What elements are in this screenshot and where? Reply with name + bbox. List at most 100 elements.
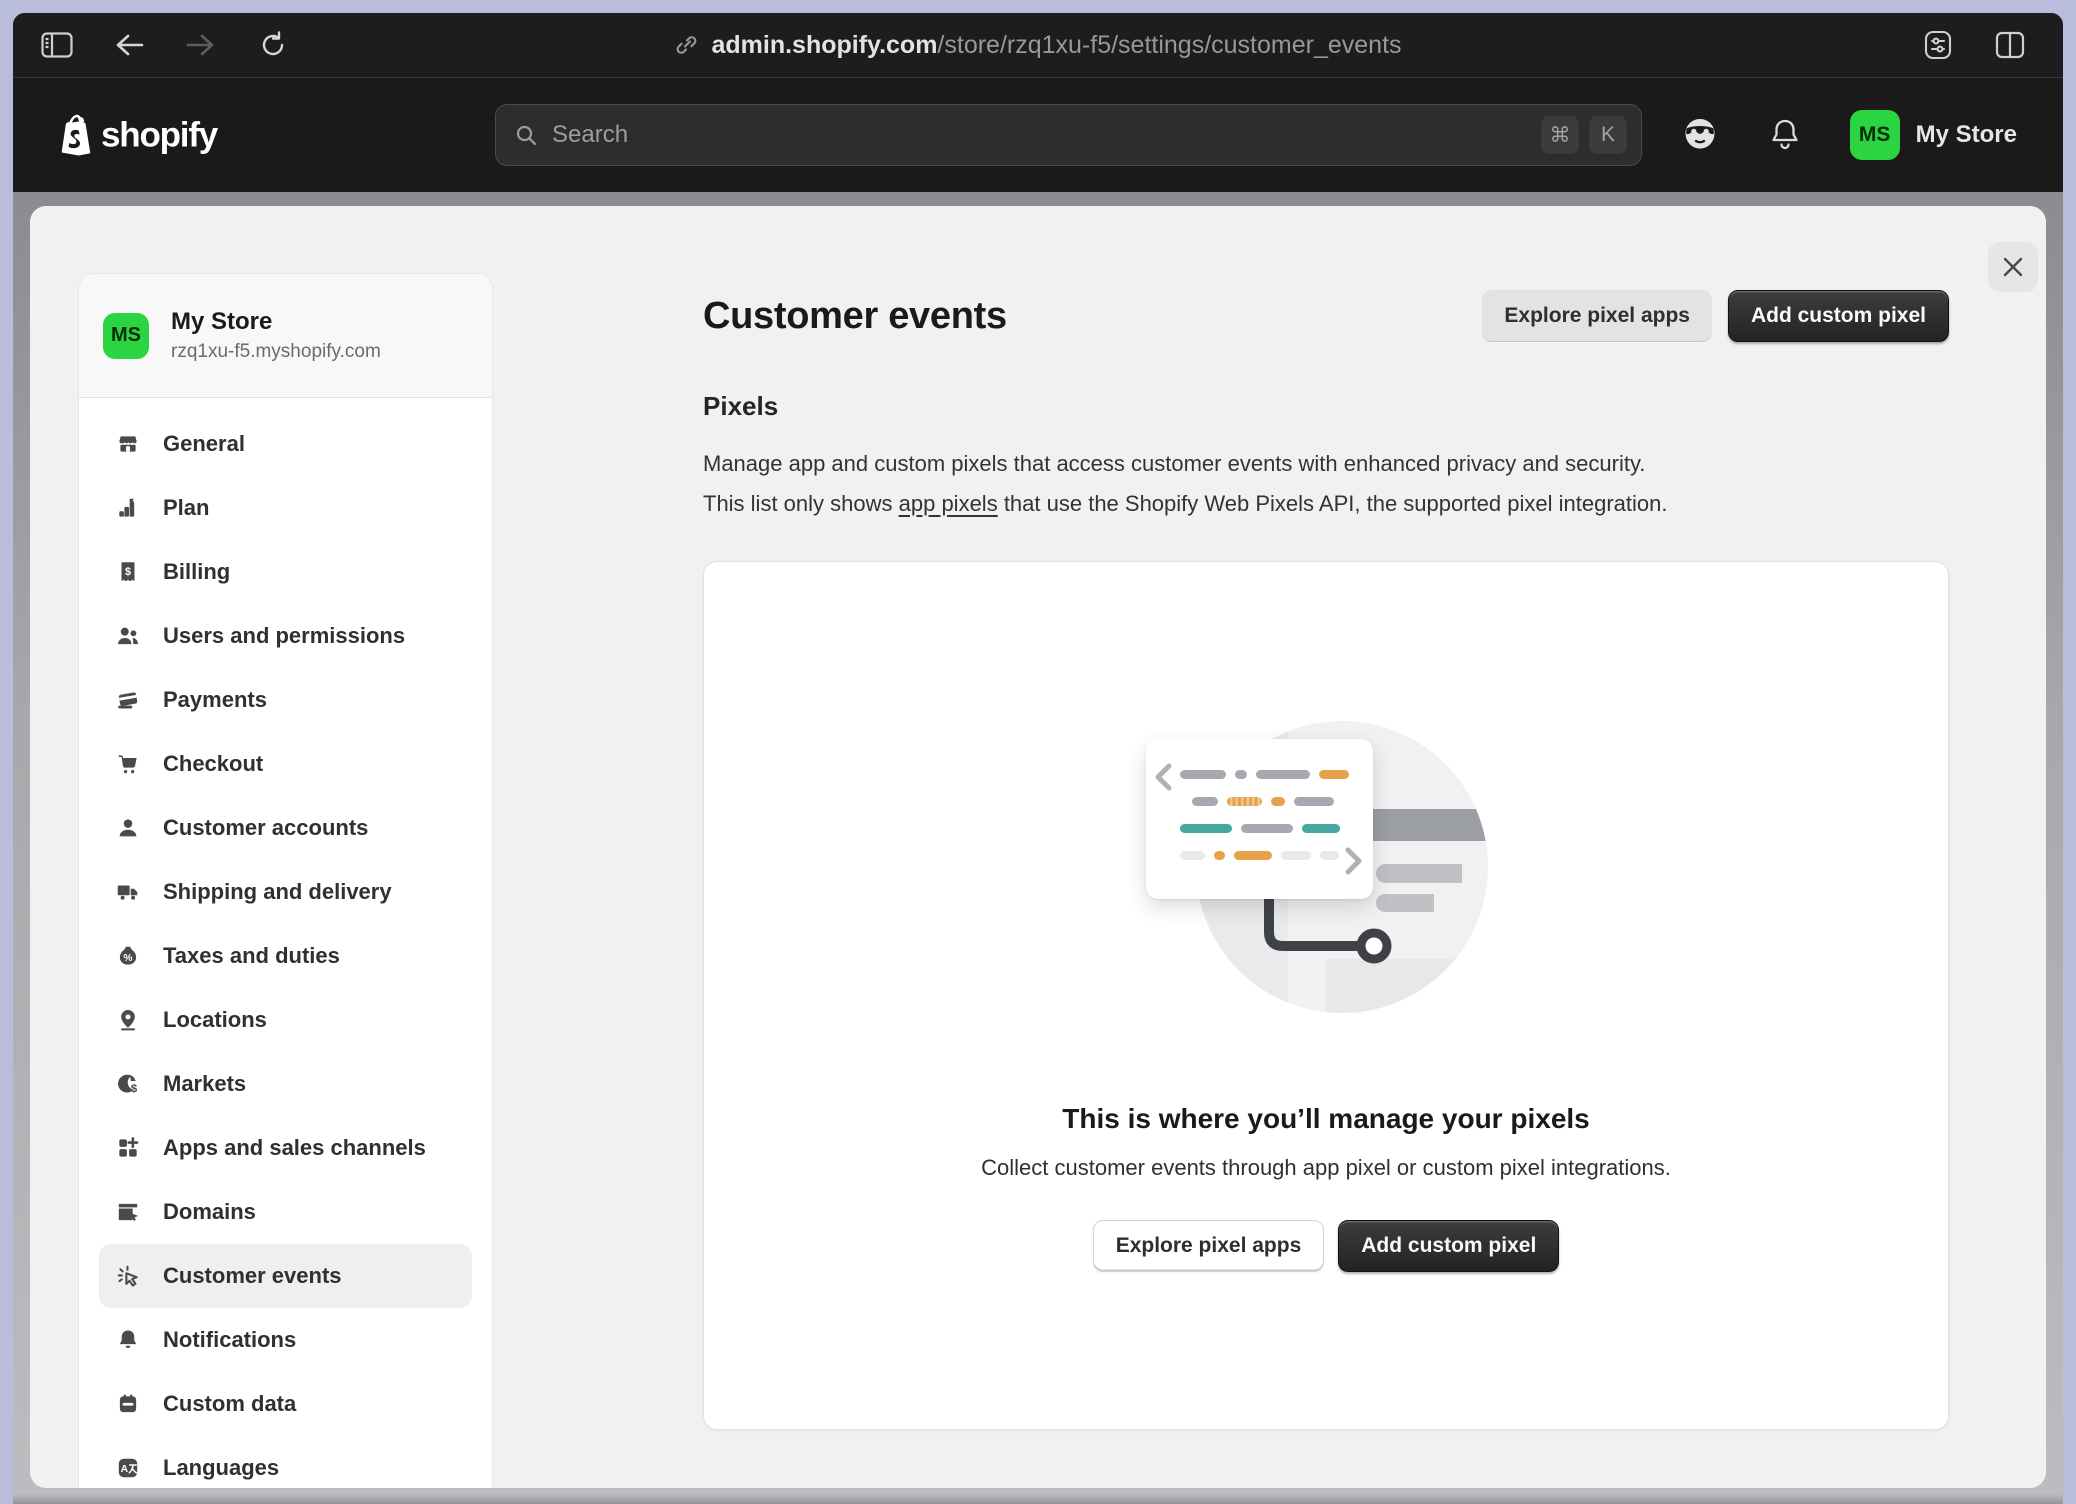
notifications-bell-icon[interactable] — [1768, 117, 1802, 153]
search-bar[interactable]: ⌘ K — [495, 104, 1642, 166]
sidebar-store-name: My Store — [171, 308, 381, 336]
empty-state-subtext: Collect customer events through app pixe… — [704, 1155, 1948, 1181]
sidebar-item-label: Custom data — [163, 1391, 296, 1417]
notifications-icon — [115, 1327, 141, 1353]
url-host: admin.shopify.com — [711, 31, 937, 59]
languages-icon: A — [115, 1455, 141, 1481]
store-menu[interactable]: MS My Store — [1850, 110, 2017, 160]
sidebar-item-billing[interactable]: $ Billing — [99, 540, 472, 604]
close-button[interactable] — [1988, 242, 2038, 292]
sidebar-item-label: Shipping and delivery — [163, 879, 392, 905]
cmd-key-badge: ⌘ — [1541, 116, 1579, 154]
sidebar-item-shipping-and-delivery[interactable]: Shipping and delivery — [99, 860, 472, 924]
sidebar-item-general[interactable]: General — [99, 412, 472, 476]
sidebar-store-avatar: MS — [103, 313, 149, 359]
sidebar-item-customer-events[interactable]: Customer events — [99, 1244, 472, 1308]
sidebar-item-label: Customer accounts — [163, 815, 368, 841]
sidebar-item-label: Users and permissions — [163, 623, 405, 649]
settings-modal: MS My Store rzq1xu-f5.myshopify.com Gene… — [30, 206, 2046, 1488]
custom-data-icon — [115, 1391, 141, 1417]
sidebar-item-plan[interactable]: Plan — [99, 476, 472, 540]
svg-text:%: % — [123, 953, 132, 964]
empty-state-heading: This is where you’ll manage your pixels — [704, 1103, 1948, 1135]
svg-text:$: $ — [131, 1083, 138, 1095]
checkout-icon — [115, 751, 141, 777]
reload-icon[interactable] — [256, 28, 290, 62]
sidebar-item-label: Taxes and duties — [163, 943, 340, 969]
pixels-illustration — [1126, 717, 1526, 1027]
code-card — [1146, 739, 1373, 899]
sidebar-item-label: General — [163, 431, 245, 457]
taxes-icon: % — [115, 943, 141, 969]
sidebar-item-label: Languages — [163, 1455, 279, 1481]
customer-events-icon — [115, 1263, 141, 1289]
pixels-description: Manage app and custom pixels that access… — [703, 444, 1667, 524]
sidebar-item-label: Apps and sales channels — [163, 1135, 426, 1161]
page-title: Customer events — [703, 295, 1007, 338]
search-input[interactable] — [552, 121, 1531, 149]
sidebar-item-label: Payments — [163, 687, 267, 713]
billing-icon: $ — [115, 559, 141, 585]
store-icon — [115, 431, 141, 457]
apps-icon — [115, 1135, 141, 1161]
users-icon — [115, 623, 141, 649]
sidebar-item-locations[interactable]: Locations — [99, 988, 472, 1052]
shopify-wordmark: shopify — [101, 115, 217, 155]
empty-explore-pixel-apps-button[interactable]: Explore pixel apps — [1093, 1220, 1325, 1272]
sidebar-item-notifications[interactable]: Notifications — [99, 1308, 472, 1372]
locations-icon — [115, 1007, 141, 1033]
sidebar-item-taxes-and-duties[interactable]: % Taxes and duties — [99, 924, 472, 988]
sidebar-item-label: Locations — [163, 1007, 267, 1033]
customer-accounts-icon — [115, 815, 141, 841]
settings-sidebar: MS My Store rzq1xu-f5.myshopify.com Gene… — [78, 273, 493, 1488]
sidebar-item-label: Markets — [163, 1071, 246, 1097]
sidebar-item-markets[interactable]: $ Markets — [99, 1052, 472, 1116]
forward-icon[interactable] — [184, 28, 218, 62]
add-custom-pixel-button[interactable]: Add custom pixel — [1728, 290, 1949, 342]
sidebar-item-languages[interactable]: A Languages — [99, 1436, 472, 1488]
empty-add-custom-pixel-button[interactable]: Add custom pixel — [1338, 1220, 1559, 1272]
sidebar-item-users-and-permissions[interactable]: Users and permissions — [99, 604, 472, 668]
store-avatar: MS — [1850, 110, 1900, 160]
sidebar-store-domain: rzq1xu-f5.myshopify.com — [171, 341, 381, 363]
sidebar-toggle-icon[interactable] — [40, 28, 74, 62]
sidebar-item-label: Notifications — [163, 1327, 296, 1353]
pixels-heading: Pixels — [703, 391, 778, 422]
shipping-icon — [115, 879, 141, 905]
sidebar-item-checkout[interactable]: Checkout — [99, 732, 472, 796]
sidebar-item-label: Billing — [163, 559, 230, 585]
svg-text:$: $ — [125, 566, 131, 578]
shopify-logo: shopify — [57, 115, 217, 156]
url-bar[interactable]: admin.shopify.com/store/rzq1xu-f5/settin… — [674, 13, 1401, 77]
sidebar-item-label: Domains — [163, 1199, 256, 1225]
admin-header: shopify ⌘ K — [13, 78, 2063, 192]
domains-icon — [115, 1199, 141, 1225]
sidebar-item-customer-accounts[interactable]: Customer accounts — [99, 796, 472, 860]
browser-toolbar: admin.shopify.com/store/rzq1xu-f5/settin… — [13, 13, 2063, 78]
sidebar-item-custom-data[interactable]: Custom data — [99, 1372, 472, 1436]
k-key-badge: K — [1589, 116, 1627, 154]
search-icon — [514, 123, 538, 147]
app-pixels-link[interactable]: app pixels — [899, 491, 998, 516]
sidebar-store-card[interactable]: MS My Store rzq1xu-f5.myshopify.com — [79, 274, 492, 398]
markets-icon: $ — [115, 1071, 141, 1097]
split-view-icon[interactable] — [1993, 28, 2027, 62]
pixels-empty-state-card: This is where you’ll manage your pixels … — [703, 561, 1949, 1430]
settings-backdrop: MS My Store rzq1xu-f5.myshopify.com Gene… — [13, 192, 2063, 1504]
sidebar-item-domains[interactable]: Domains — [99, 1180, 472, 1244]
sidebar-item-payments[interactable]: Payments — [99, 668, 472, 732]
store-name-label: My Store — [1916, 121, 2017, 149]
shopify-bag-icon — [57, 115, 93, 156]
svg-text:A: A — [121, 1464, 129, 1475]
explore-pixel-apps-button[interactable]: Explore pixel apps — [1482, 290, 1712, 342]
payments-icon — [115, 687, 141, 713]
sidebar-item-label: Plan — [163, 495, 209, 521]
sidekick-icon[interactable] — [1680, 115, 1720, 155]
sidebar-item-apps-and-sales-channels[interactable]: Apps and sales channels — [99, 1116, 472, 1180]
page-settings-icon[interactable] — [1921, 28, 1955, 62]
back-icon[interactable] — [112, 28, 146, 62]
pixels-description-line2: This list only shows app pixels that use… — [703, 484, 1667, 524]
sidebar-item-label: Customer events — [163, 1263, 342, 1289]
url-path: /store/rzq1xu-f5/settings/customer_event… — [937, 31, 1401, 59]
link-icon — [674, 33, 698, 57]
